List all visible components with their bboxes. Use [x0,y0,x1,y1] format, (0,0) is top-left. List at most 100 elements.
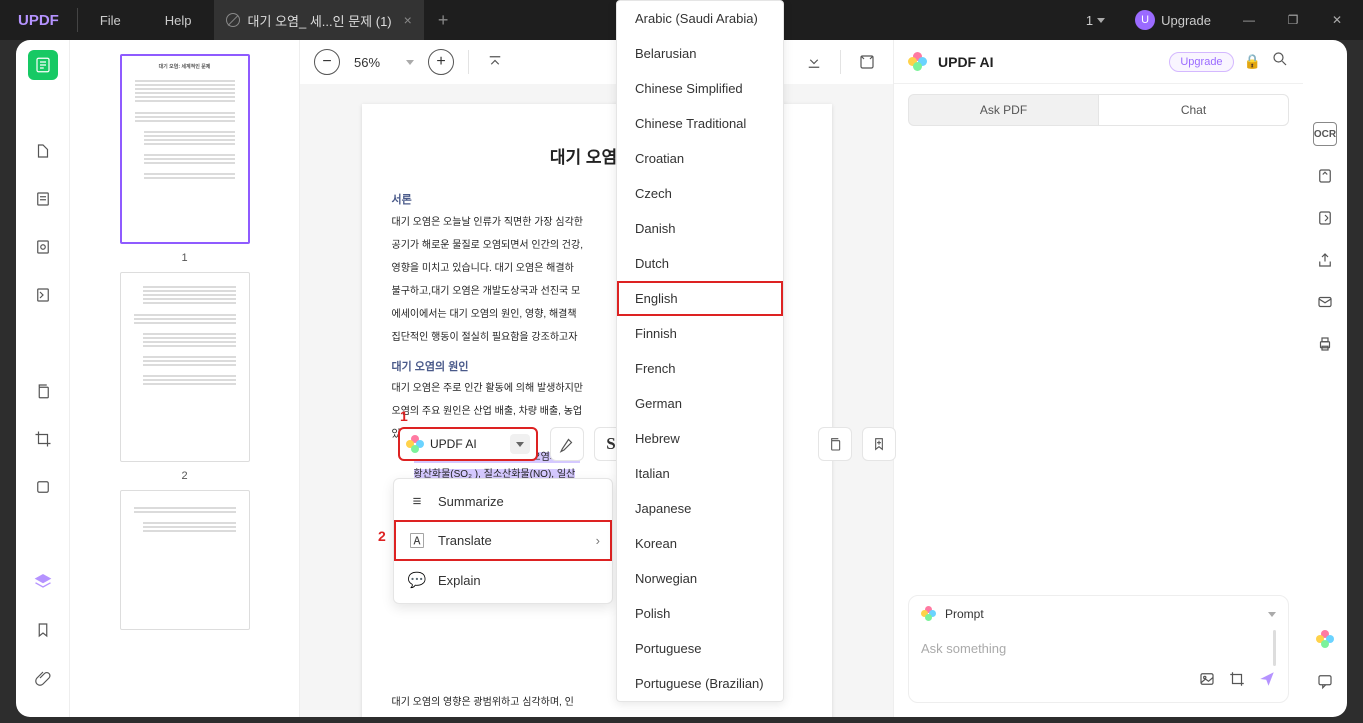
language-option[interactable]: Czech [617,176,783,211]
language-option[interactable]: Norwegian [617,561,783,596]
annotation-2: 2 [378,528,386,544]
zoom-out-button[interactable]: − [314,49,340,75]
language-option[interactable]: Portuguese [617,631,783,666]
language-option[interactable]: Chinese Simplified [617,71,783,106]
ai-logo-icon[interactable] [1313,627,1337,651]
input-resize-handle[interactable] [1273,630,1276,666]
language-option[interactable]: Croatian [617,141,783,176]
lock-icon: 🔒 [1244,53,1261,70]
translate-icon: 🄰 [408,530,426,551]
share-icon[interactable] [1313,248,1337,272]
list-icon: ≡ [408,493,426,510]
attachment-icon[interactable] [28,663,58,693]
chat-icon[interactable] [1313,669,1337,693]
export-icon[interactable] [1313,206,1337,230]
crop-icon[interactable] [28,424,58,454]
add-bookmark-icon[interactable] [862,427,896,461]
language-option[interactable]: Chinese Traditional [617,106,783,141]
chevron-down-icon[interactable] [1268,612,1276,617]
thumb-label-1: 1 [181,252,187,264]
send-button[interactable] [1258,670,1276,692]
menu-summarize[interactable]: ≡ Summarize [394,483,612,520]
language-dropdown: Arabic (Saudi Arabia)BelarusianChinese S… [616,0,784,702]
language-option[interactable]: Arabic (Saudi Arabia) [617,1,783,36]
menu-explain[interactable]: 💬 Explain [394,561,612,599]
edit-tool-icon[interactable] [28,184,58,214]
go-bottom-icon[interactable] [802,49,826,75]
language-option[interactable]: Hebrew [617,421,783,456]
menu-file[interactable]: File [78,13,143,28]
chevron-right-icon: › [596,533,600,548]
tab-ask-pdf[interactable]: Ask PDF [908,94,1099,126]
language-option[interactable]: Finnish [617,316,783,351]
tab-add-button[interactable]: + [424,10,463,31]
window-maximize-icon[interactable]: ❐ [1275,5,1311,35]
tab-label: 대기 오염_ 세...인 문제 (1) [248,11,392,30]
app-logo: UPDF [0,8,78,32]
ai-action-menu: ≡ Summarize 🄰 Translate › 💬 Explain [393,478,613,604]
left-tool-rail [16,40,70,717]
language-option[interactable]: Danish [617,211,783,246]
language-option[interactable]: French [617,351,783,386]
avatar: U [1135,10,1155,30]
zoom-in-button[interactable]: + [428,49,454,75]
chat-bubble-icon: 💬 [408,571,426,589]
updf-ai-logo-icon [406,435,424,453]
ai-side-panel: UPDF AI Upgrade 🔒 Ask PDF Chat Prompt [893,40,1303,717]
tab-doc-icon [226,13,240,27]
titlebar-counter[interactable]: 1 [1086,13,1115,28]
tab-close-icon[interactable]: × [400,12,412,28]
language-option[interactable]: Dutch [617,246,783,281]
window-minimize-icon[interactable]: — [1231,5,1267,35]
ai-upgrade-button[interactable]: Upgrade [1169,52,1233,72]
copy-icon[interactable] [28,376,58,406]
print-icon[interactable] [1313,332,1337,356]
layers-icon[interactable] [28,567,58,597]
thumbnail-page-2[interactable] [120,272,250,462]
chevron-down-icon [406,60,414,65]
chevron-down-icon [1097,18,1105,23]
crop-attach-icon[interactable] [1228,670,1246,692]
fit-icon[interactable] [855,49,879,75]
language-option[interactable]: Portuguese (Brazilian) [617,666,783,701]
language-option[interactable]: Belarusian [617,36,783,71]
convert-icon[interactable] [1313,164,1337,188]
highlight-tool-icon[interactable] [28,136,58,166]
ai-dropdown-toggle[interactable] [510,434,530,454]
copy-text-icon[interactable] [818,427,852,461]
highlight-tool-icon[interactable] [550,427,584,461]
thumbnails-icon[interactable] [28,50,58,80]
language-option[interactable]: Polish [617,596,783,631]
document-tab[interactable]: 대기 오염_ 세...인 문제 (1) × [214,0,424,40]
menu-help[interactable]: Help [143,13,214,28]
prompt-label: Prompt [945,607,984,621]
page-tool-icon[interactable] [28,232,58,262]
language-option[interactable]: German [617,386,783,421]
image-attach-icon[interactable] [1198,670,1216,692]
language-option[interactable]: Korean [617,526,783,561]
ai-panel-title: UPDF AI [938,54,1159,70]
prompt-input[interactable] [921,631,1263,666]
menu-translate[interactable]: 🄰 Translate › [394,520,612,561]
updf-ai-context-button[interactable]: UPDF AI [398,427,538,461]
mail-icon[interactable] [1313,290,1337,314]
view-toolbar: − 56% + [300,40,893,84]
window-close-icon[interactable]: ✕ [1319,5,1355,35]
form-tool-icon[interactable] [28,280,58,310]
prompt-box: Prompt [908,595,1289,703]
ocr-icon[interactable]: OCR [1313,122,1337,146]
tab-chat[interactable]: Chat [1099,94,1289,126]
bookmark-icon[interactable] [28,615,58,645]
prompt-logo-icon [921,606,937,622]
thumbnail-page-3[interactable] [120,490,250,630]
search-icon[interactable] [1271,50,1289,73]
zoom-level[interactable]: 56% [354,55,414,70]
go-top-icon[interactable] [483,49,507,75]
thumbnail-page-1[interactable]: 대기 오염: 세계적인 문제 [120,54,250,244]
language-option[interactable]: Italian [617,456,783,491]
language-option[interactable]: English [617,281,783,316]
stamp-icon[interactable] [28,472,58,502]
upgrade-button[interactable]: U Upgrade [1123,10,1223,30]
language-option[interactable]: Japanese [617,491,783,526]
updf-ai-logo-icon [908,52,928,72]
